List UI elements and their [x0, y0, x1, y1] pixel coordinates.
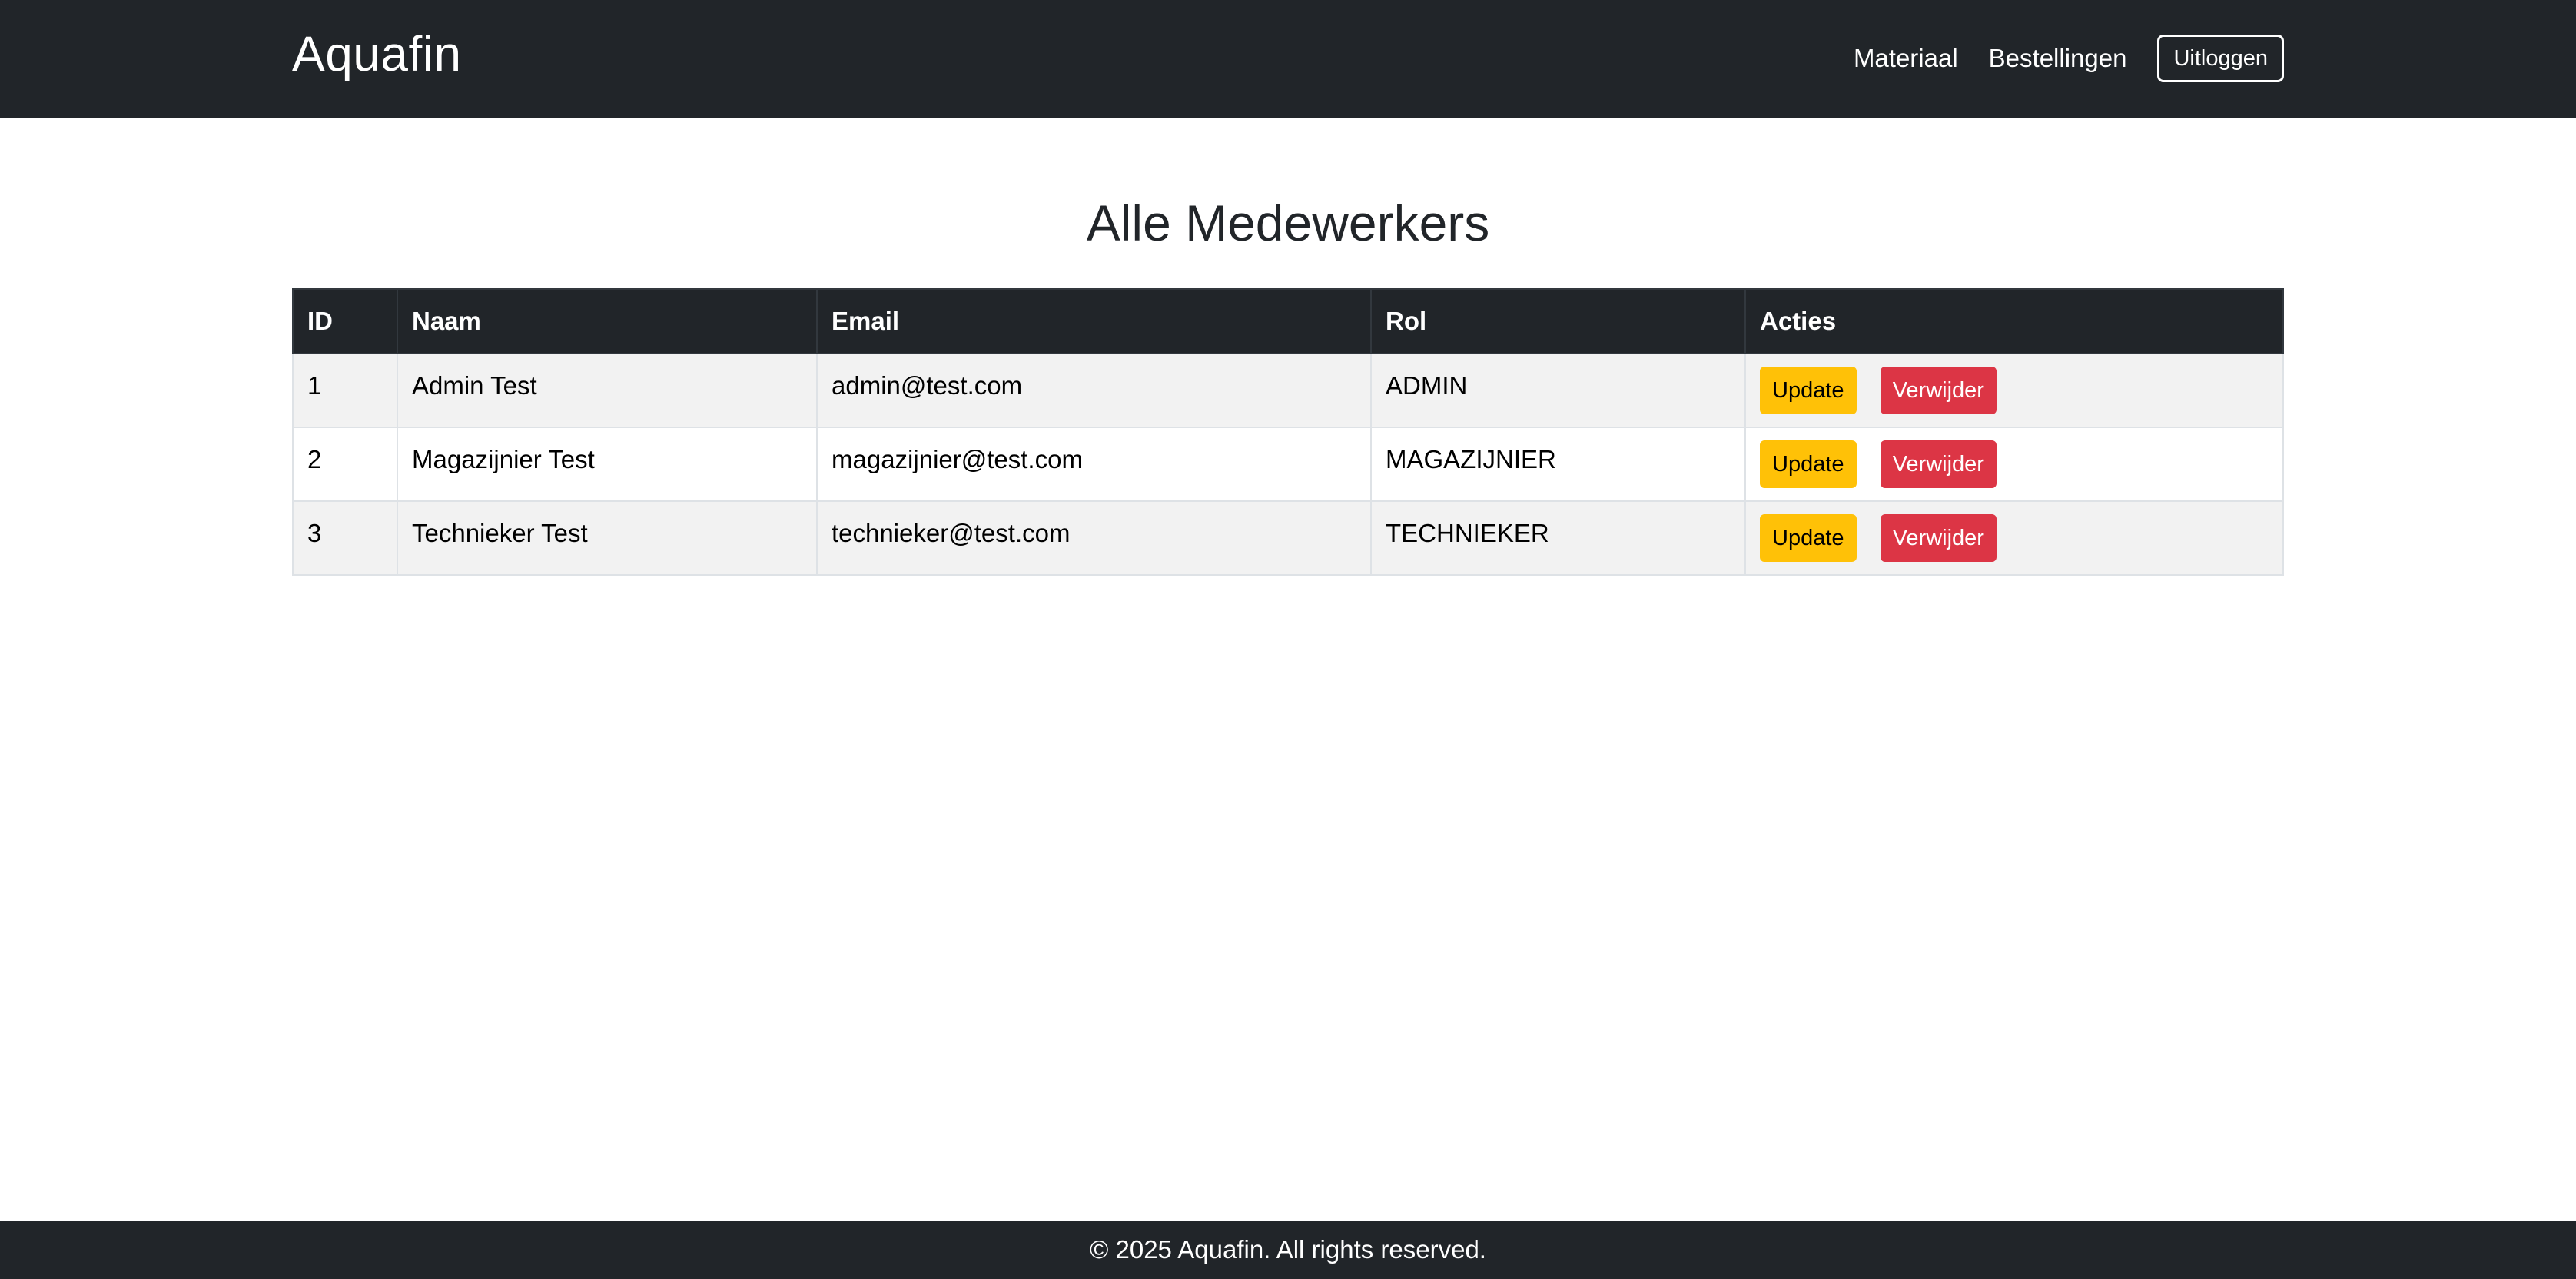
delete-button[interactable]: Verwijder: [1880, 514, 1997, 562]
page-footer: © 2025 Aquafin. All rights reserved.: [0, 1221, 2576, 1279]
nav-link-bestellingen[interactable]: Bestellingen: [1989, 34, 2127, 83]
employees-table-container: ID Naam Email Rol Acties 1 Admin Test ad…: [292, 288, 2284, 576]
table-row: 2 Magazijnier Test magazijnier@test.com …: [292, 427, 2284, 502]
cell-email: magazijnier@test.com: [816, 427, 1372, 502]
column-header-naam: Naam: [397, 288, 818, 354]
cell-actions: Update Verwijder: [1744, 500, 2284, 576]
column-header-acties: Acties: [1744, 288, 2284, 354]
cell-rol: TECHNIEKER: [1370, 500, 1746, 576]
update-button[interactable]: Update: [1760, 514, 1857, 562]
delete-button[interactable]: Verwijder: [1880, 367, 1997, 414]
cell-naam: Technieker Test: [397, 500, 818, 576]
cell-rol: ADMIN: [1370, 353, 1746, 428]
cell-naam: Admin Test: [397, 353, 818, 428]
brand-logo-link[interactable]: Aquafin: [292, 23, 462, 85]
update-button[interactable]: Update: [1760, 440, 1857, 488]
delete-button[interactable]: Verwijder: [1880, 440, 1997, 488]
cell-naam: Magazijnier Test: [397, 427, 818, 502]
nav-link-materiaal[interactable]: Materiaal: [1854, 34, 1958, 83]
cell-email: technieker@test.com: [816, 500, 1372, 576]
cell-rol: MAGAZIJNIER: [1370, 427, 1746, 502]
employees-table: ID Naam Email Rol Acties 1 Admin Test ad…: [292, 288, 2284, 576]
page-title: Alle Medewerkers: [1086, 194, 1490, 251]
cell-email: admin@test.com: [816, 353, 1372, 428]
table-header-row: ID Naam Email Rol Acties: [292, 288, 2284, 354]
cell-id: 1: [292, 353, 398, 428]
nav-links: Materiaal Bestellingen Uitloggen: [1854, 34, 2284, 83]
column-header-email: Email: [816, 288, 1372, 354]
cell-id: 3: [292, 500, 398, 576]
table-body: 1 Admin Test admin@test.com ADMIN Update…: [292, 353, 2284, 576]
cell-actions: Update Verwijder: [1744, 353, 2284, 428]
table-row: 1 Admin Test admin@test.com ADMIN Update…: [292, 353, 2284, 428]
logout-button[interactable]: Uitloggen: [2157, 35, 2284, 82]
column-header-rol: Rol: [1370, 288, 1746, 354]
table-row: 3 Technieker Test technieker@test.com TE…: [292, 500, 2284, 576]
update-button[interactable]: Update: [1760, 367, 1857, 414]
table-header: ID Naam Email Rol Acties: [292, 288, 2284, 354]
column-header-id: ID: [292, 288, 398, 354]
cell-id: 2: [292, 427, 398, 502]
top-navbar: Aquafin Materiaal Bestellingen Uitloggen: [0, 0, 2576, 118]
copyright-text: © 2025 Aquafin. All rights reserved.: [1090, 1235, 1486, 1264]
cell-actions: Update Verwijder: [1744, 427, 2284, 502]
